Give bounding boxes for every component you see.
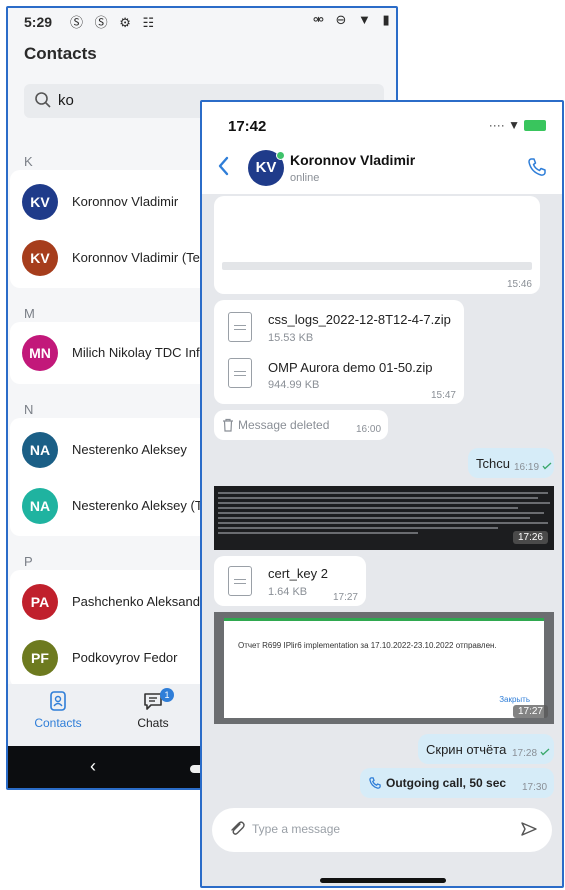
page-title: Contacts (24, 44, 97, 63)
deleted-message[interactable]: Message deleted 16:00 (214, 410, 388, 440)
tab-contacts[interactable]: Contacts (18, 690, 98, 730)
call-message[interactable]: Outgoing call, 50 sec 17:30 (360, 768, 554, 798)
status-time: 17:42 (228, 118, 267, 135)
dialog-preview: Отчет R699 IPlir6 implementation за 17.1… (224, 618, 544, 718)
file-icon (228, 312, 252, 342)
notification-icons: Ⓢ Ⓢ ⚙ ☷ (70, 15, 159, 30)
tab-label: Contacts (34, 716, 82, 730)
status-time: 5:29 (24, 14, 53, 30)
dialog-close-button: Закрыть (499, 695, 530, 704)
file-message[interactable]: css_logs_2022-12-8T12-4-7.zip 15.53 KB O… (214, 300, 464, 404)
file-icon (228, 566, 252, 596)
tab-label: Chats (137, 716, 169, 730)
chat-header: KV Koronnov Vladimir online (202, 146, 562, 194)
avatar: PF (22, 640, 58, 676)
signal-wifi-icons: ···· ▼ (488, 118, 520, 132)
message-time: 17:30 (522, 782, 548, 793)
contact-name: Koronnov Vladimir (Tes (72, 250, 207, 265)
image-time: 17:27 (512, 705, 548, 718)
file-name[interactable]: css_logs_2022-12-8T12-4-7.zip (268, 312, 451, 327)
call-text: Outgoing call, 50 sec (386, 776, 507, 790)
status-bar: 17:42 ···· ▼ (202, 102, 562, 146)
message-time: 16:19 (514, 462, 540, 473)
status-icons: ···· ▼ (489, 118, 546, 132)
outgoing-message[interactable]: Скрин отчёта 17:28 (418, 734, 554, 764)
system-status-icons: ⚮ ⊖ ▼ ▮ (313, 12, 394, 27)
outgoing-message[interactable]: Tchcu 16:19 (468, 448, 554, 478)
avatar: KV (22, 184, 58, 220)
battery-icon (524, 120, 546, 132)
avatar: MN (22, 335, 58, 371)
read-check-icon (540, 748, 550, 756)
message-text: Tchcu (476, 456, 510, 471)
tab-chats[interactable]: 1 Chats (113, 688, 193, 730)
file-size: 15.53 KB (268, 332, 314, 344)
attach-icon[interactable] (228, 820, 246, 838)
contact-name: Pashchenko Aleksandr (72, 594, 205, 609)
contact-name: Nesterenko Aleksey (72, 442, 187, 457)
file-message[interactable]: cert_key 2 1.64 KB 17:27 (214, 556, 366, 606)
nav-back-icon[interactable]: ‹ (90, 756, 96, 777)
online-indicator (276, 151, 285, 160)
file-name[interactable]: cert_key 2 (268, 566, 328, 581)
contact-name: Koronnov Vladimir (72, 194, 179, 209)
dialog-text: Отчет R699 IPlir6 implementation за 17.1… (238, 641, 497, 650)
send-icon[interactable] (520, 820, 538, 838)
avatar: NA (22, 432, 58, 468)
outgoing-call-icon (369, 777, 381, 789)
contact-name: Milich Nikolay TDC Info (72, 345, 207, 360)
presence-status: online (290, 172, 320, 184)
section-letter: P (24, 554, 33, 569)
screenshot-image[interactable]: 17:26 (214, 486, 554, 550)
section-letter: K (24, 154, 33, 169)
file-size: 1.64 KB (268, 586, 308, 598)
status-bar: 5:29 Ⓢ Ⓢ ⚙ ☷ ⚮ ⊖ ▼ ▮ (8, 8, 396, 36)
message-bubble[interactable]: 15:46 (214, 196, 540, 294)
read-check-icon (542, 462, 552, 470)
home-indicator (320, 878, 446, 883)
contact-name: Nesterenko Aleksey (Te (72, 498, 209, 513)
message-time: 15:47 (430, 390, 456, 401)
search-value[interactable]: ko (58, 92, 74, 109)
message-time: 15:46 (506, 279, 532, 290)
trash-icon (223, 418, 233, 432)
back-chevron-icon[interactable] (216, 154, 232, 178)
message-time: 17:27 (332, 592, 358, 603)
chat-screen: 17:42 ···· ▼ KV Koronnov Vladimir online… (200, 100, 564, 888)
message-composer: Type a message (212, 808, 552, 852)
file-name[interactable]: OMP Aurora demo 01-50.zip (268, 360, 433, 375)
message-time: 17:28 (512, 748, 538, 759)
section-letter: N (24, 402, 34, 417)
avatar: NA (22, 488, 58, 524)
phone-call-icon[interactable] (526, 156, 548, 178)
search-icon (35, 92, 51, 108)
section-letter: M (24, 306, 35, 321)
contact-name: Podkovyrov Fedor (72, 650, 178, 665)
file-size: 944.99 KB (268, 379, 320, 391)
screenshot-image[interactable]: Отчет R699 IPlir6 implementation за 17.1… (214, 612, 554, 724)
message-input[interactable]: Type a message (252, 822, 340, 836)
deleted-text: Message deleted (238, 418, 330, 432)
avatar: KV (22, 240, 58, 276)
avatar: PA (22, 584, 58, 620)
file-icon (228, 358, 252, 388)
contacts-icon (50, 691, 66, 711)
message-time: 16:00 (356, 424, 382, 435)
image-time: 17:26 (512, 531, 548, 544)
contact-name[interactable]: Koronnov Vladimir (290, 152, 415, 168)
message-preview (222, 262, 532, 270)
unread-badge: 1 (160, 688, 174, 702)
message-text: Скрин отчёта (426, 742, 507, 757)
